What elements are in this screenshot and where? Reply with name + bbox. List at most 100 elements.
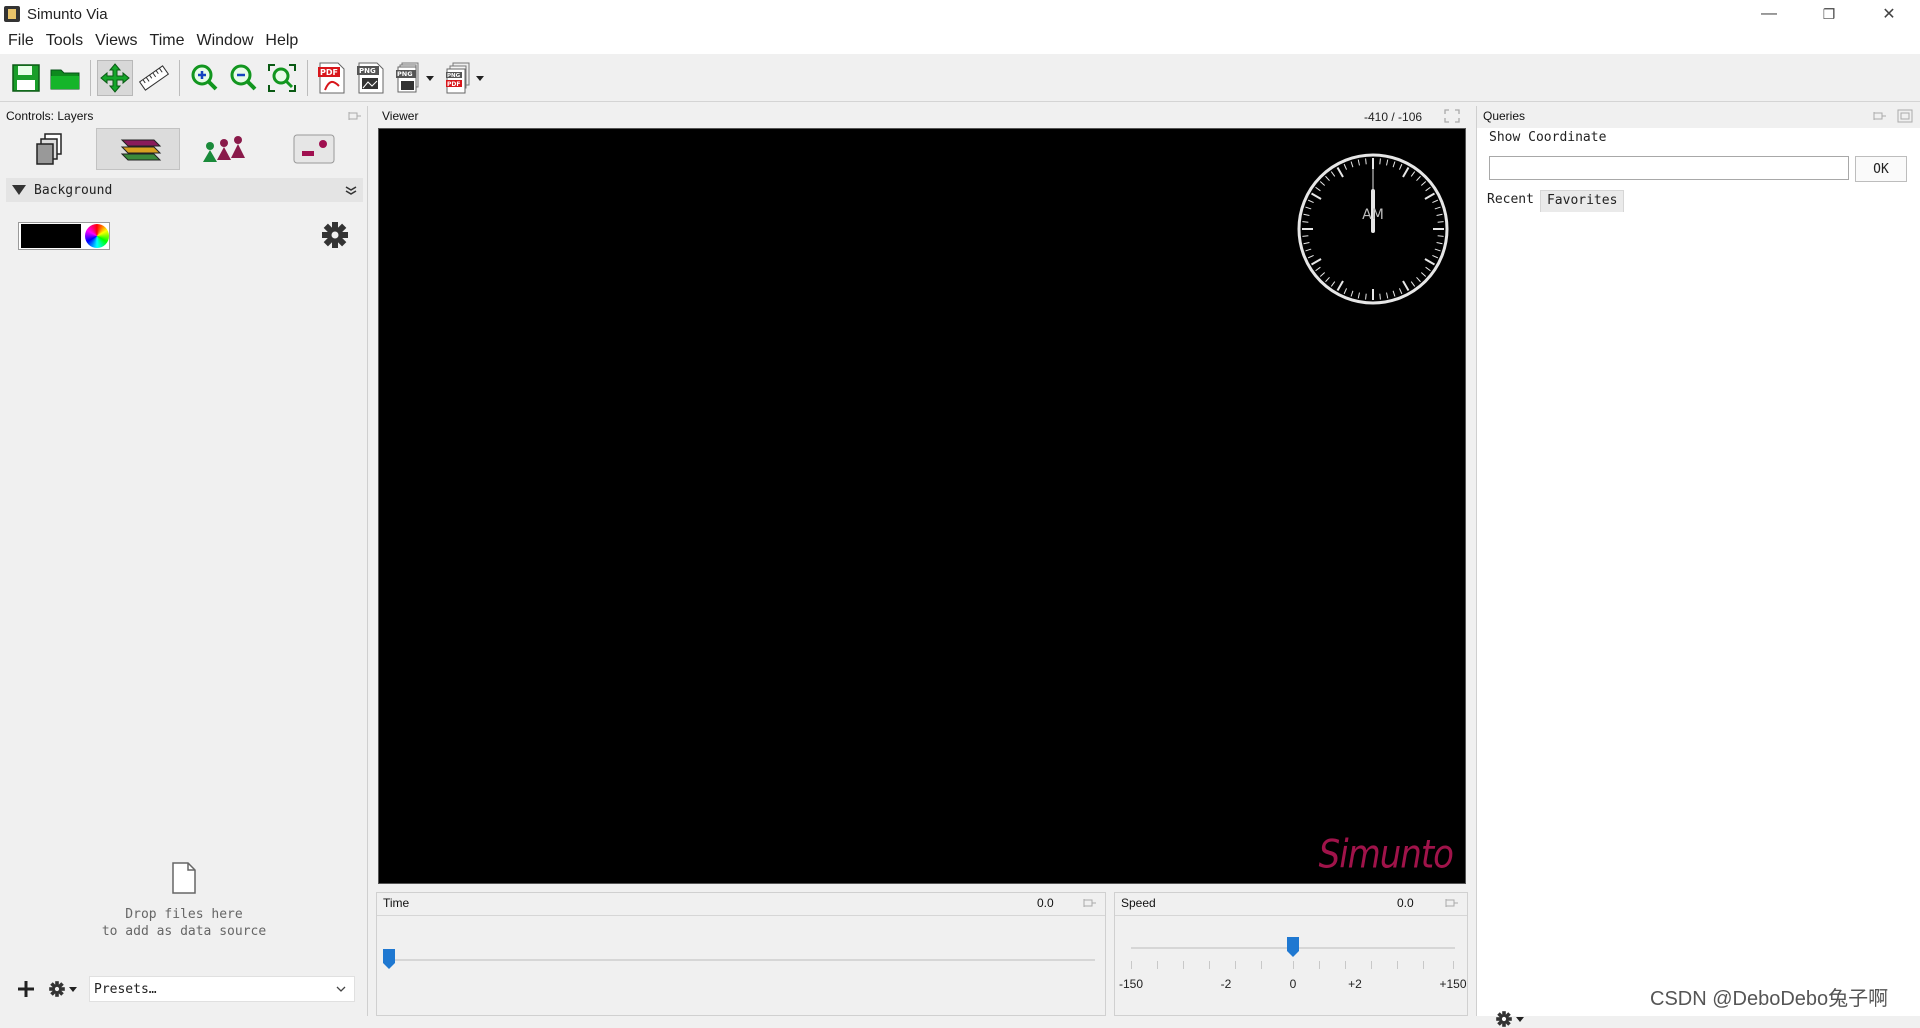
time-panel-header: Time — [377, 893, 1105, 913]
clock-tick — [1437, 221, 1444, 223]
clock-tick — [1436, 213, 1443, 216]
export-multi-button[interactable]: PNG PDF — [442, 60, 478, 96]
menu-window[interactable]: Window — [191, 32, 260, 50]
tab-agents[interactable] — [184, 128, 268, 170]
clock-tick — [1336, 280, 1344, 291]
queries-body: Show Coordinate OK Recent Favorites — [1477, 128, 1920, 1027]
clock-tick — [1420, 181, 1427, 186]
export-multi-icon: PNG PDF — [446, 62, 470, 94]
viewer-title: Viewer — [382, 109, 419, 123]
clock-tick — [1311, 258, 1322, 266]
speed-panel: Speed 0.0 -150 -2 0 +2 +150 — [1114, 892, 1468, 1016]
speed-tick — [1235, 961, 1236, 969]
clock-label: AM — [1362, 207, 1384, 223]
export-png-button[interactable]: PNG — [353, 60, 389, 96]
clock-tick — [1357, 292, 1360, 299]
clock-tick — [1436, 242, 1443, 245]
minimize-button[interactable]: — — [1746, 0, 1792, 28]
drop-hint-line1: Drop files here — [125, 907, 243, 922]
clock-tick — [1398, 163, 1403, 170]
time-title: Time — [383, 896, 410, 910]
save-button[interactable] — [8, 60, 44, 96]
viewer-canvas[interactable]: AM Simunto — [378, 128, 1466, 884]
close-button[interactable]: ✕ — [1866, 0, 1912, 28]
tab-recent[interactable]: Recent — [1481, 190, 1540, 212]
speed-tick — [1209, 961, 1210, 969]
presets-dropdown[interactable]: Presets… — [89, 976, 355, 1002]
menu-tools[interactable]: Tools — [40, 32, 89, 50]
export-pdf-icon: PDF — [318, 62, 345, 94]
gear-icon[interactable] — [320, 220, 350, 250]
speed-tick-label: 0 — [1289, 977, 1297, 991]
tab-toggle[interactable] — [272, 128, 356, 170]
clock-tick — [1398, 288, 1403, 295]
zoom-out-icon — [230, 64, 257, 91]
time-value: 0.0 — [1037, 896, 1054, 910]
clock-tick — [1330, 281, 1336, 287]
title-bar: Simunto Via — ❐ ✕ — [0, 0, 1920, 28]
settings-menu-button[interactable] — [48, 980, 77, 998]
restore-button[interactable]: ❐ — [1806, 0, 1852, 28]
maximize-icon[interactable] — [1444, 109, 1460, 123]
layer-name: Background — [34, 182, 113, 198]
speed-tick — [1423, 961, 1424, 969]
maximize-icon[interactable] — [1897, 109, 1913, 123]
ok-button[interactable]: OK — [1855, 156, 1907, 182]
svg-text:PDF: PDF — [447, 81, 460, 88]
pan-button[interactable] — [97, 60, 133, 96]
collapse-triangle-icon[interactable] — [12, 185, 26, 195]
drop-zone[interactable]: Drop files here to add as data source — [0, 862, 368, 940]
pan-move-icon — [100, 63, 130, 93]
speed-tick — [1453, 961, 1454, 969]
show-coordinate-label: Show Coordinate — [1489, 130, 1607, 145]
pin-icon[interactable] — [348, 111, 362, 121]
export-multi-dropdown-caret[interactable] — [476, 75, 484, 81]
time-slider-track[interactable] — [383, 959, 1095, 961]
clock-tick — [1319, 272, 1326, 277]
time-slider-thumb[interactable] — [383, 949, 395, 969]
pin-icon[interactable] — [1445, 898, 1459, 908]
clock-tick — [1402, 167, 1410, 178]
pin-icon[interactable] — [1083, 898, 1097, 908]
svg-text:PDF: PDF — [320, 68, 338, 77]
color-swatch[interactable] — [21, 224, 81, 248]
pin-icon[interactable] — [1873, 111, 1887, 121]
add-icon[interactable] — [16, 979, 36, 999]
zoom-fit-button[interactable] — [264, 60, 300, 96]
divider — [377, 915, 1105, 916]
clock-tick — [1425, 266, 1431, 272]
export-dropdown-caret[interactable] — [426, 75, 434, 81]
menu-views[interactable]: Views — [89, 32, 143, 50]
measure-button[interactable] — [136, 60, 172, 96]
export-png-series-button[interactable]: PNG — [392, 60, 428, 96]
clock-tick — [1410, 171, 1416, 177]
background-color-picker[interactable] — [18, 222, 110, 250]
tab-layers[interactable] — [95, 128, 181, 170]
speed-slider-thumb[interactable] — [1287, 937, 1299, 957]
zoom-in-button[interactable] — [186, 60, 222, 96]
zoom-out-button[interactable] — [225, 60, 261, 96]
double-chevron-down-icon[interactable] — [345, 186, 357, 195]
tab-favorites[interactable]: Favorites — [1539, 190, 1625, 212]
queries-settings-button[interactable] — [1495, 1010, 1524, 1028]
save-icon — [12, 64, 40, 92]
clock-tick — [1410, 281, 1416, 287]
menu-help[interactable]: Help — [259, 32, 304, 50]
clock-tick — [1416, 276, 1421, 283]
tab-data-sources[interactable] — [8, 128, 92, 170]
svg-text:PNG: PNG — [447, 73, 461, 79]
brand-logo: Simunto — [1318, 832, 1454, 878]
coordinate-input[interactable] — [1489, 156, 1849, 180]
layer-row-background[interactable]: Background — [6, 178, 363, 202]
speed-tick-label: -150 — [1118, 977, 1144, 991]
menu-file[interactable]: File — [2, 32, 40, 50]
queries-panel: Queries Show Coordinate OK Recent Favori… — [1476, 106, 1920, 1027]
export-pdf-button[interactable]: PDF — [314, 60, 350, 96]
controls-panel: Controls: Layers Background Drop files h… — [0, 106, 368, 1016]
clock-tick — [1432, 199, 1439, 204]
menu-time[interactable]: Time — [144, 32, 191, 50]
color-wheel-icon[interactable] — [85, 224, 109, 248]
open-button[interactable] — [47, 60, 83, 96]
speed-tick — [1157, 961, 1158, 969]
clock-tick — [1416, 175, 1421, 182]
